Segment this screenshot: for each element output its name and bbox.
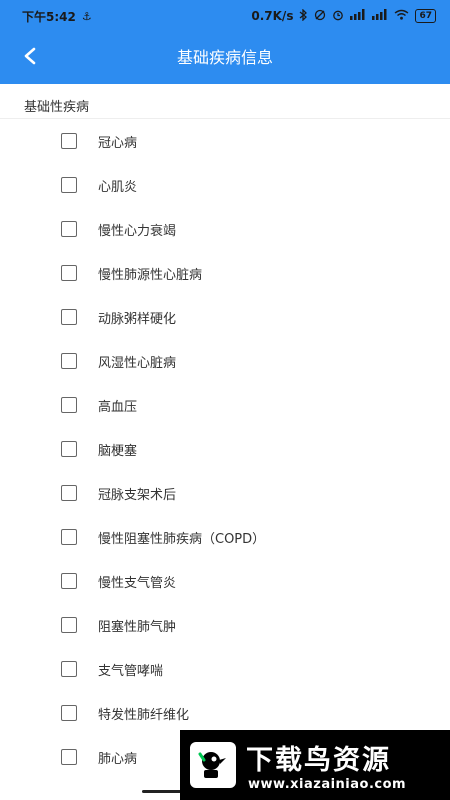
condition-label: 动脉粥样硬化 bbox=[98, 312, 177, 327]
condition-list: 冠心病 心肌炎 慢性心力衰竭 慢性肺源性心脏病 动脉粥样硬化 风湿性心脏病 高血… bbox=[0, 119, 450, 779]
section-header: 基础性疾病 bbox=[0, 84, 450, 118]
checkbox[interactable] bbox=[61, 177, 77, 193]
condition-label: 特发性肺纤维化 bbox=[98, 708, 190, 723]
checkbox[interactable] bbox=[61, 441, 77, 457]
status-bar: 下午5:42 ⚓ 0.7K/s 67 bbox=[0, 0, 450, 32]
condition-label: 肺心病 bbox=[98, 752, 138, 767]
section-title: 基础性疾病 bbox=[24, 100, 90, 115]
status-left: 下午5:42 ⚓ bbox=[22, 0, 92, 32]
condition-row-coronary-stent[interactable]: 冠脉支架术后 bbox=[0, 471, 450, 515]
page-title: 基础疾病信息 bbox=[176, 48, 273, 67]
condition-row-chronic-bronchitis[interactable]: 慢性支气管炎 bbox=[0, 559, 450, 603]
chevron-left-icon bbox=[23, 47, 37, 69]
condition-label: 阻塞性肺气肿 bbox=[98, 620, 177, 635]
checkbox[interactable] bbox=[61, 529, 77, 545]
condition-row-coronary[interactable]: 冠心病 bbox=[0, 119, 450, 163]
no-disturb-icon bbox=[314, 9, 326, 24]
condition-label: 慢性肺源性心脏病 bbox=[98, 268, 203, 283]
condition-row-asthma[interactable]: 支气管哮喘 bbox=[0, 647, 450, 691]
condition-label: 高血压 bbox=[98, 400, 138, 415]
checkbox[interactable] bbox=[61, 617, 77, 633]
checkbox[interactable] bbox=[61, 705, 77, 721]
watermark: 下载鸟资源 www.xiazainiao.com bbox=[180, 730, 450, 800]
signal-icon-1 bbox=[350, 9, 366, 23]
checkbox[interactable] bbox=[61, 485, 77, 501]
condition-label: 风湿性心脏病 bbox=[98, 356, 177, 371]
condition-row-hypertension[interactable]: 高血压 bbox=[0, 383, 450, 427]
watermark-url: www.xiazainiao.com bbox=[248, 777, 407, 792]
bird-logo-icon bbox=[190, 742, 236, 788]
condition-label: 慢性心力衰竭 bbox=[98, 224, 177, 239]
checkbox[interactable] bbox=[61, 221, 77, 237]
network-speed: 0.7K/s bbox=[251, 9, 294, 23]
bluetooth-icon bbox=[299, 7, 308, 24]
battery-icon: 67 bbox=[415, 9, 436, 23]
condition-label: 冠脉支架术后 bbox=[98, 488, 177, 503]
signal-icon-2 bbox=[372, 9, 388, 23]
watermark-text: 下载鸟资源 bbox=[246, 745, 391, 776]
wifi-icon bbox=[394, 9, 409, 23]
anchor-icon: ⚓ bbox=[81, 9, 92, 23]
checkbox[interactable] bbox=[61, 133, 77, 149]
condition-label: 支气管哮喘 bbox=[98, 664, 164, 679]
checkbox[interactable] bbox=[61, 309, 77, 325]
checkbox[interactable] bbox=[61, 573, 77, 589]
condition-label: 慢性阻塞性肺疾病（COPD） bbox=[98, 532, 266, 547]
checkbox[interactable] bbox=[61, 353, 77, 369]
condition-label: 慢性支气管炎 bbox=[98, 576, 177, 591]
checkbox[interactable] bbox=[61, 749, 77, 765]
condition-row-copd[interactable]: 慢性阻塞性肺疾病（COPD） bbox=[0, 515, 450, 559]
status-right: 0.7K/s 67 bbox=[251, 0, 436, 32]
condition-label: 心肌炎 bbox=[98, 180, 138, 195]
checkbox[interactable] bbox=[61, 265, 77, 281]
status-time: 下午5:42 bbox=[22, 9, 76, 24]
condition-label: 冠心病 bbox=[98, 136, 138, 151]
back-button[interactable] bbox=[16, 44, 44, 72]
checkbox[interactable] bbox=[61, 661, 77, 677]
alarm-icon bbox=[332, 9, 344, 24]
condition-row-atherosclerosis[interactable]: 动脉粥样硬化 bbox=[0, 295, 450, 339]
condition-row-rheumatic-heart[interactable]: 风湿性心脏病 bbox=[0, 339, 450, 383]
condition-label: 脑梗塞 bbox=[98, 444, 138, 459]
checkbox[interactable] bbox=[61, 397, 77, 413]
condition-row-myocarditis[interactable]: 心肌炎 bbox=[0, 163, 450, 207]
condition-row-cerebral-infarction[interactable]: 脑梗塞 bbox=[0, 427, 450, 471]
condition-row-pulmonary-fibrosis[interactable]: 特发性肺纤维化 bbox=[0, 691, 450, 735]
condition-row-emphysema[interactable]: 阻塞性肺气肿 bbox=[0, 603, 450, 647]
condition-row-chronic-heart-failure[interactable]: 慢性心力衰竭 bbox=[0, 207, 450, 251]
app-bar: 基础疾病信息 bbox=[0, 32, 450, 84]
condition-row-pulmonary-heart[interactable]: 慢性肺源性心脏病 bbox=[0, 251, 450, 295]
